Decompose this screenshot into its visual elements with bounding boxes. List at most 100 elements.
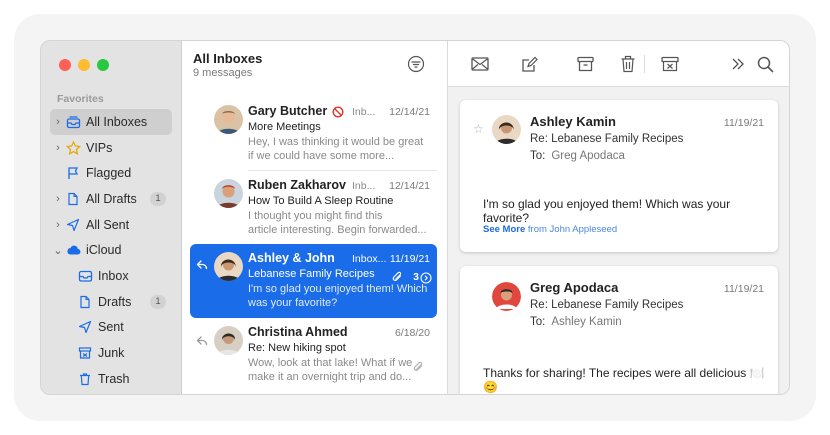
chevron-double-right-icon[interactable] (728, 54, 748, 74)
sidebar: Favorites › All Inboxes › VIPs Flagged ›… (41, 41, 182, 394)
to-label: To: (530, 150, 546, 162)
see-more-link[interactable]: See More from John Appleseed (483, 224, 617, 235)
preview-line: I'm so glad you enjoyed them! Which (248, 283, 428, 295)
message-subject: More Meetings (248, 121, 321, 133)
avatar (492, 115, 521, 144)
flag-icon (65, 165, 81, 181)
document-icon (77, 294, 93, 310)
sidebar-item-label: Junk (98, 346, 125, 361)
sidebar-item-flagged[interactable]: Flagged (41, 160, 182, 186)
chevron-right-icon[interactable]: › (53, 219, 63, 231)
minimize-button[interactable] (78, 59, 90, 71)
see-more-from: from John Appleseed (527, 224, 618, 235)
sidebar-item-label: Sent (98, 320, 124, 335)
message-subject: Lebanese Family Recipes (248, 268, 375, 280)
window-controls (59, 59, 109, 71)
blocked-icon (332, 105, 344, 123)
mailbox-label: Inb... (352, 180, 376, 192)
archive-icon[interactable] (575, 54, 595, 74)
inbox-stack-icon (65, 114, 81, 130)
recipient-name[interactable]: Greg Apodaca (551, 150, 625, 162)
zoom-button[interactable] (97, 59, 109, 71)
email-message-card: Greg Apodaca 11/19/21 Re: Lebanese Famil… (460, 266, 778, 394)
message-date: 11/19/21 (723, 117, 764, 129)
message-preview: Hey, I was thinking it would be great if… (248, 136, 428, 163)
sidebar-item-label: All Sent (86, 217, 130, 232)
preview-line: if we could have some more... (248, 149, 395, 162)
message-body: Thanks for sharing! The recipes were all… (483, 366, 765, 394)
sidebar-item-vips[interactable]: › VIPs (41, 135, 182, 161)
sender-name: Ruben Zakharov (248, 178, 346, 192)
message-date: 12/14/21 (389, 180, 430, 192)
toolbar (448, 41, 789, 87)
sidebar-item-drafts[interactable]: Drafts 1 (41, 289, 182, 315)
replied-icon (196, 258, 208, 270)
paper-plane-icon (77, 319, 93, 335)
unread-badge: 1 (150, 191, 166, 206)
message-row-selected[interactable]: Ashley & John Inbox... 11/19/21 Lebanese… (190, 244, 437, 318)
avatar (214, 252, 243, 281)
mailbox-label: Inbox... (352, 253, 387, 265)
thread-count: 3 (413, 271, 419, 283)
avatar (214, 105, 243, 134)
message-date: 11/19/21 (723, 283, 764, 295)
chevron-right-icon[interactable]: › (53, 142, 63, 154)
sidebar-item-trash[interactable]: Trash (41, 366, 182, 392)
avatar (214, 179, 243, 208)
star-icon (65, 140, 81, 156)
junk-box-icon[interactable] (660, 54, 680, 74)
sidebar-item-label: All Inboxes (86, 114, 148, 129)
trash-icon[interactable] (618, 54, 638, 74)
chevron-right-icon[interactable]: › (53, 116, 63, 128)
recipient-line: To: Greg Apodaca (530, 150, 625, 162)
sidebar-item-sent[interactable]: Sent (41, 315, 182, 341)
recipient-line: To: Ashley Kamin (530, 316, 622, 328)
message-subject: Re: New hiking spot (248, 342, 346, 354)
search-icon[interactable] (755, 54, 775, 74)
message-list: All Inboxes 9 messages Gary Butcher Inb.… (182, 41, 448, 394)
preview-line: make it an overnight trip and do... (248, 370, 412, 383)
recipient-name[interactable]: Ashley Kamin (551, 316, 621, 328)
document-icon (65, 191, 81, 207)
sidebar-item-all-sent[interactable]: › All Sent (41, 212, 182, 238)
sidebar-item-label: All Drafts (86, 191, 137, 206)
message-row[interactable]: Christina Ahmed 6/18/20 Re: New hiking s… (190, 318, 437, 392)
message-subject: Re: Lebanese Family Recipes (530, 299, 684, 311)
compose-icon[interactable] (519, 54, 539, 74)
chevron-right-icon[interactable]: › (53, 193, 63, 205)
sidebar-item-label: VIPs (86, 140, 113, 155)
sidebar-list: › All Inboxes › VIPs Flagged › All Draft… (41, 109, 182, 392)
unread-badge: 1 (150, 294, 166, 309)
message-date: 12/14/21 (389, 106, 430, 118)
message-row[interactable]: Gary Butcher Inb... 12/14/21 More Meetin… (190, 97, 437, 171)
message-body: I'm so glad you enjoyed them! Which was … (483, 197, 731, 225)
toolbar-divider (644, 55, 645, 73)
sidebar-item-inbox[interactable]: Inbox (41, 263, 182, 289)
favorites-header: Favorites (57, 93, 104, 105)
message-preview: I thought you might find this article in… (248, 210, 428, 237)
mailbox-label: Inb... (352, 106, 376, 118)
mailbox-title: All Inboxes (193, 51, 263, 66)
inbox-tray-icon (77, 268, 93, 284)
message-date: 6/18/20 (394, 327, 430, 339)
preview-line: article interesting. Begin forwarded... (248, 223, 427, 236)
reading-pane: ☆ Ashley Kamin 11/19/21 Re: Lebanese Fam… (448, 41, 789, 394)
to-label: To: (530, 316, 546, 328)
cloud-icon (65, 242, 81, 258)
envelope-icon[interactable] (470, 54, 490, 74)
sender-name: Greg Apodaca (530, 280, 619, 295)
sidebar-item-junk[interactable]: Junk (41, 340, 182, 366)
sidebar-item-all-drafts[interactable]: › All Drafts 1 (41, 186, 182, 212)
message-subject: How To Build A Sleep Routine (248, 195, 394, 207)
see-more-label: See More (483, 224, 526, 235)
preview-line: was your favorite? (248, 296, 338, 309)
sidebar-item-label: Drafts (98, 294, 132, 309)
sidebar-item-icloud[interactable]: ⌄ iCloud (41, 237, 182, 263)
star-icon[interactable]: ☆ (473, 122, 484, 136)
filter-icon[interactable] (407, 55, 425, 73)
close-button[interactable] (59, 59, 71, 71)
message-row[interactable]: Ruben Zakharov Inb... 12/14/21 How To Bu… (190, 171, 437, 245)
chevron-down-icon[interactable]: ⌄ (53, 244, 63, 257)
mail-window: Favorites › All Inboxes › VIPs Flagged ›… (40, 40, 790, 395)
sidebar-item-all-inboxes[interactable]: › All Inboxes (50, 109, 172, 135)
